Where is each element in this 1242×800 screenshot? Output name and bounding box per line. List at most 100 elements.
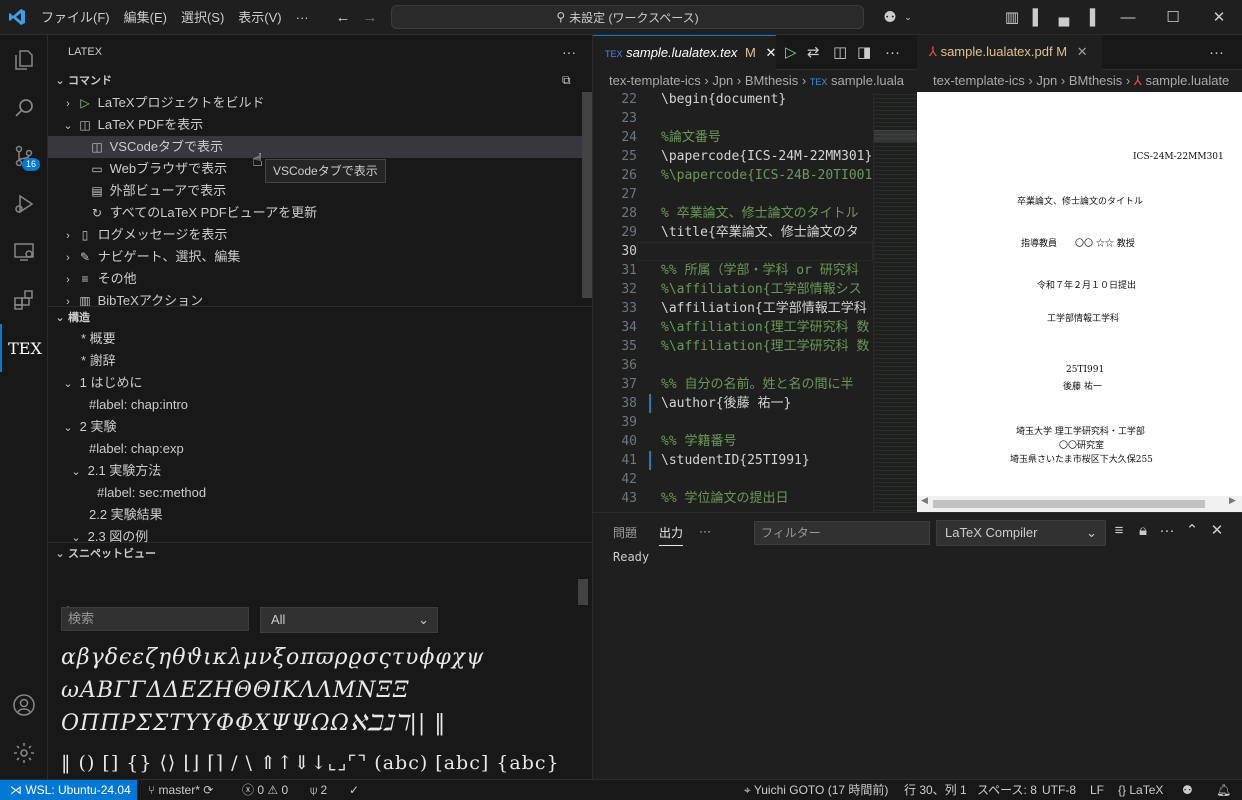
back-arrow-icon[interactable]: ← bbox=[334, 0, 352, 35]
symbol-row[interactable]: ‖ () [] {} ⟨⟩ ⌊⌋ ⌈⌉ / \ ⇑↑⇓↓⌞⌟⌜⌝ (abc) [… bbox=[61, 752, 560, 774]
more-actions-icon[interactable]: ··· bbox=[1158, 517, 1176, 545]
command-build[interactable]: › ▷ LaTeXプロジェクトをビルド bbox=[48, 92, 592, 114]
branch-indicator[interactable]: ⑂ master* ⟳ bbox=[148, 780, 213, 800]
command-navigate[interactable]: › ✎ ナビゲート、選択、編集 bbox=[48, 246, 592, 268]
blame-indicator[interactable]: ⌖ Yuichi GOTO (17 時間前) bbox=[744, 780, 888, 800]
notifications-bell-icon[interactable]: 🔔︎ bbox=[1216, 780, 1231, 800]
menu-more[interactable]: ··· bbox=[289, 0, 316, 35]
indentation[interactable]: スペース: 8 bbox=[977, 780, 1037, 800]
close-tab-icon[interactable]: ✕ bbox=[1077, 44, 1088, 59]
problems-indicator[interactable]: ⓧ 0 ⚠ 0 bbox=[242, 780, 288, 800]
remote-indicator[interactable]: ⋊ WSL: Ubuntu-24.04 bbox=[0, 780, 137, 800]
settings-gear-icon[interactable] bbox=[0, 729, 48, 777]
menu-file[interactable]: ファイル(F) bbox=[34, 0, 117, 35]
tex-icon[interactable]: TEX bbox=[0, 324, 48, 372]
maximize-icon[interactable]: ☐ bbox=[1158, 0, 1188, 35]
structure-item[interactable]: ⌄ 2.3 図の例 bbox=[48, 526, 592, 542]
lock-scroll-icon[interactable]: 🔒︎ bbox=[1134, 517, 1152, 545]
snippet-scrollbar[interactable] bbox=[578, 579, 588, 605]
explorer-icon[interactable] bbox=[0, 36, 48, 84]
remote-explorer-icon[interactable] bbox=[0, 228, 48, 276]
scroll-right-icon[interactable]: ▶ bbox=[1229, 496, 1236, 506]
structure-item[interactable]: * 謝辞 bbox=[48, 350, 592, 372]
more-actions-icon[interactable]: ··· bbox=[699, 524, 711, 538]
output-filter-input[interactable]: フィルター bbox=[754, 521, 930, 545]
close-panel-icon[interactable]: ✕ bbox=[1208, 517, 1226, 545]
pdf-horizontal-scrollbar[interactable]: ◀ ▶ bbox=[917, 496, 1242, 512]
command-view-pdf[interactable]: ⌄ ◫ LaTeX PDFを表示 bbox=[48, 114, 592, 136]
encoding[interactable]: UTF-8 bbox=[1042, 780, 1076, 800]
maximize-panel-icon[interactable]: ⌃ bbox=[1183, 517, 1201, 545]
snippet-filter-select[interactable]: All ⌄ bbox=[260, 607, 438, 633]
copilot-icon[interactable]: ⚉ bbox=[1182, 780, 1193, 800]
close-tab-icon[interactable]: ✕ bbox=[766, 45, 777, 60]
tab-problems[interactable]: 問題 bbox=[613, 524, 637, 541]
structure-item[interactable]: ⌄ 1 はじめに bbox=[48, 372, 592, 394]
command-view-vscode-tab[interactable]: ◫ VSCodeタブで表示 bbox=[48, 136, 592, 158]
menu-selection[interactable]: 選択(S) bbox=[174, 0, 231, 35]
preview-icon[interactable]: ◫ bbox=[833, 35, 847, 70]
split-editor-icon[interactable]: ◨ bbox=[857, 35, 871, 70]
language-mode[interactable]: {} LaTeX bbox=[1118, 780, 1163, 800]
minimize-icon[interactable]: — bbox=[1113, 0, 1143, 35]
symbol-row[interactable]: OΠΠPΣΣTΥΥΦΦXΨΨΩΩℵℶℷℸ|| ‖ bbox=[61, 711, 446, 736]
command-misc[interactable]: › ≡ その他 bbox=[48, 268, 592, 290]
minimap[interactable] bbox=[873, 92, 918, 512]
structure-item[interactable]: #label: sec:method bbox=[48, 482, 592, 504]
minimap-slider[interactable] bbox=[874, 130, 918, 142]
account-icon[interactable] bbox=[0, 681, 48, 729]
run-debug-icon[interactable] bbox=[0, 180, 48, 228]
command-center-search[interactable]: ⚲ 未設定 (ワークスペース) bbox=[391, 5, 864, 29]
structure-item[interactable]: ⌄ 2 実験 bbox=[48, 416, 592, 438]
tab-sample-tex[interactable]: TEX sample.lualatex.tex M ✕ bbox=[593, 35, 776, 70]
end-of-line[interactable]: LF bbox=[1090, 780, 1104, 800]
command-bibtex[interactable]: › ▥ BibTeXアクション bbox=[48, 290, 592, 306]
more-actions-icon[interactable]: ··· bbox=[562, 44, 576, 60]
source-control-icon[interactable]: 16 bbox=[0, 132, 48, 180]
chevron-down-icon: ⌄ bbox=[55, 75, 65, 87]
structure-section-header[interactable]: ⌄ 構造 bbox=[48, 307, 592, 329]
close-icon[interactable]: ✕ bbox=[1204, 0, 1234, 35]
cursor-position[interactable]: 行 30、列 1 bbox=[904, 780, 967, 800]
structure-item[interactable]: 2.2 実験結果 bbox=[48, 504, 592, 526]
forward-arrow-icon[interactable]: → bbox=[361, 0, 379, 35]
more-actions-icon[interactable]: ··· bbox=[885, 35, 900, 70]
snippet-search-input[interactable]: 検索 bbox=[61, 607, 249, 631]
structure-item[interactable]: #label: chap:intro bbox=[48, 394, 592, 416]
command-log[interactable]: › ▯ ログメッセージを表示 bbox=[48, 224, 592, 246]
command-view-external[interactable]: ▤ 外部ビューアで表示 bbox=[48, 180, 592, 202]
compare-icon[interactable]: ⇄ bbox=[807, 35, 820, 70]
commands-scrollbar[interactable] bbox=[582, 92, 592, 298]
tab-sample-pdf[interactable]: ⅄ sample.lualatex.pdf M ✕ bbox=[917, 35, 1102, 70]
copilot-icon[interactable]: ⚉ bbox=[876, 0, 904, 35]
commands-section-header[interactable]: ⌄ コマンド bbox=[48, 70, 592, 92]
menu-view[interactable]: 表示(V) bbox=[231, 0, 288, 35]
collapse-all-icon[interactable]: ⧉ bbox=[562, 73, 571, 88]
scrollbar-thumb[interactable] bbox=[933, 500, 1205, 508]
symbol-row[interactable]: αβγδϵεζηθϑικλμνξοπϖρϱσςτυϕφχψ bbox=[61, 645, 484, 670]
toggle-secondary-sidebar-icon[interactable]: ▐ bbox=[1080, 0, 1100, 35]
menu-edit[interactable]: 編集(E) bbox=[117, 0, 174, 35]
tab-output[interactable]: 出力 bbox=[659, 524, 684, 546]
structure-item[interactable]: #label: chap:exp bbox=[48, 438, 592, 460]
extensions-icon[interactable] bbox=[0, 276, 48, 324]
command-refresh-viewers[interactable]: ↻ すべてのLaTeX PDFビューアを更新 bbox=[48, 202, 592, 224]
snippet-section-header[interactable]: ⌄ スニペットビュー bbox=[48, 543, 592, 565]
run-icon[interactable]: ▷ bbox=[785, 35, 797, 70]
check-icon[interactable]: ✓ bbox=[349, 780, 359, 800]
scroll-left-icon[interactable]: ◀ bbox=[921, 496, 928, 506]
toggle-panel-icon[interactable]: ▄ bbox=[1054, 0, 1074, 35]
chevron-down-icon[interactable]: ⌄ bbox=[902, 0, 914, 35]
pdf-viewer[interactable]: ICS-24M-22MM301 卒業論文、修士論文のタイトル 指導教員 〇〇 ☆… bbox=[917, 92, 1242, 512]
more-actions-icon[interactable]: ··· bbox=[1209, 35, 1224, 70]
clear-output-icon[interactable]: ≡ bbox=[1110, 517, 1128, 545]
search-icon[interactable] bbox=[0, 84, 48, 132]
structure-item[interactable]: ⌄ 2.1 実験方法 bbox=[48, 460, 592, 482]
toggle-primary-sidebar-icon[interactable]: ▌ bbox=[1028, 0, 1048, 35]
output-source-select[interactable]: LaTeX Compiler ⌄ bbox=[936, 520, 1106, 546]
symbol-row[interactable]: ωABΓΓΔΔEZHΘΘIKΛΛMNΞΞ bbox=[61, 678, 410, 703]
ports-indicator[interactable]: ⍦ 2 bbox=[310, 780, 327, 800]
structure-item[interactable]: * 概要 bbox=[48, 328, 592, 350]
layout-customize-icon[interactable]: ▥ bbox=[1002, 0, 1022, 35]
code-editor[interactable]: 22 \begin{document} 23 24 %論文番号 25 \papercode{… bbox=[593, 92, 873, 512]
